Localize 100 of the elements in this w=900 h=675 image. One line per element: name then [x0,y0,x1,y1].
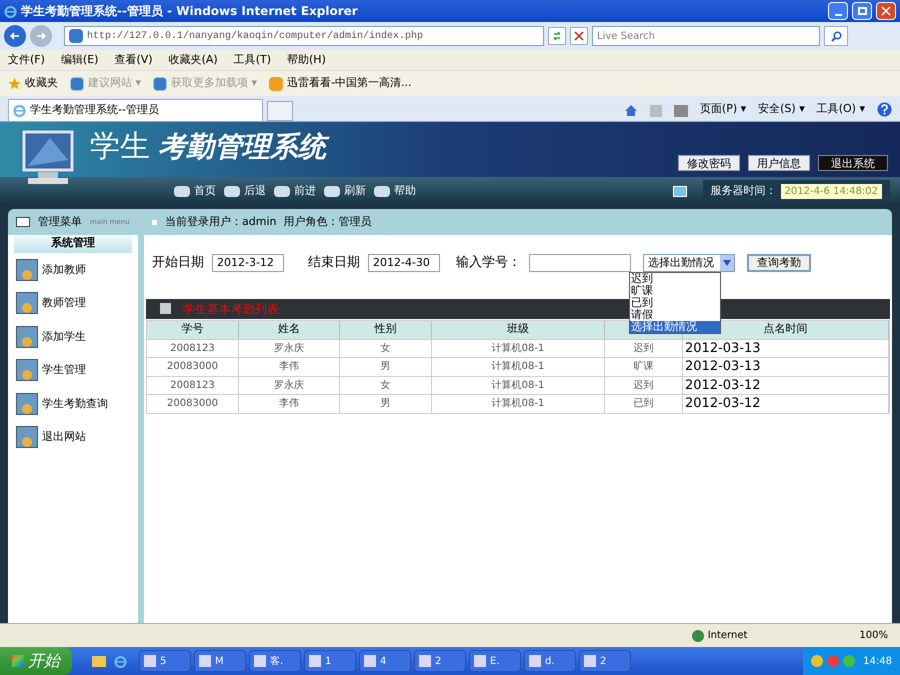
dropdown-option[interactable]: 请假 [630,309,720,321]
taskbar-button[interactable]: 2 [579,650,631,672]
menu-item[interactable]: 编辑(E) [60,52,98,68]
menu-item-icon [16,258,38,281]
table-cell-text: 20083000 [167,360,218,374]
column-header: 点名时间 [764,321,808,338]
table-cell-text: 李伟 [279,396,299,412]
star-icon [8,77,21,90]
header-button[interactable]: 修改密码 [678,155,740,171]
nav-link[interactable]: 帮助 [394,182,416,200]
dropdown-option[interactable]: 选择出勤情况 [630,321,720,333]
menu-item[interactable]: 工具(T) [234,52,271,68]
taskbar-button[interactable]: M [194,650,246,672]
command-button[interactable]: 工具(O) ▾ [816,100,865,117]
folder-icon[interactable] [92,656,106,666]
browser-icon [13,104,26,117]
query-button[interactable]: 查询考勤 [747,254,811,272]
search-button[interactable] [824,26,848,46]
browser-tab[interactable]: 学生考勤管理系统--管理员 [8,99,263,121]
taskbar-button[interactable]: E. [469,650,521,672]
header-button[interactable]: 退出系统 [818,155,888,171]
nav-icon [374,186,390,196]
address-field[interactable]: http://127.0.0.1/nanyang/kaoqin/computer/admin/index.php [64,26,544,46]
sidebar-link[interactable]: 添加教师 [42,262,86,278]
refresh-button[interactable] [548,27,566,45]
maximize-button[interactable] [852,2,872,20]
favorite-link[interactable]: 收藏夹 [25,75,58,92]
menu-item[interactable]: 帮助(H) [287,52,326,68]
browser-icon [114,654,127,668]
taskbar-button[interactable]: 4 [359,650,411,672]
nav-link[interactable]: 前进 [294,182,316,200]
favorite-link[interactable]: 迅雷看看-中国第一高清... [287,75,412,92]
zoom-level[interactable]: 100% [859,628,888,643]
dropdown-option[interactable]: 迟到 [630,273,720,285]
window-title: 学生考勤管理系统--管理员 - Windows Internet Explorer [21,3,359,20]
sidebar-link[interactable]: 教师管理 [42,295,86,312]
help-icon[interactable] [877,102,892,117]
table-cell-text: 2012-03-12 [685,376,761,394]
taskbar-button[interactable]: 客. [249,650,301,672]
table-cell-text: 迟到 [634,378,654,393]
table-cell-text: 旷课 [634,360,654,374]
server-time-label: 服务器时间： [710,182,777,199]
menu-item[interactable]: 查看(V) [114,52,153,68]
close-icon [881,6,891,16]
sidebar-link[interactable]: 学生管理 [42,362,86,378]
windows-logo-icon [12,655,24,667]
home-icon[interactable] [624,104,638,117]
nav-link[interactable]: 刷新 [344,182,366,200]
nav-link[interactable]: 后退 [244,182,266,200]
tray-icon [827,655,840,667]
minimize-button[interactable] [828,2,848,20]
table-cell-text: 李伟 [279,360,299,374]
table-cell-text: 女 [380,342,390,356]
menu-item[interactable]: 收藏夹(A) [168,52,218,68]
dropdown-option[interactable]: 旷课 [630,285,720,297]
menu-item-icon [16,426,38,448]
sidebar-link[interactable]: 添加学生 [42,328,86,345]
menu-item-icon [16,359,38,382]
end-date-field[interactable]: 2012-4-30 [368,254,440,272]
menu-icon [16,217,30,227]
page-icon [153,76,168,90]
column-header: 姓名 [278,321,300,338]
menu-item[interactable]: 文件(F) [8,52,45,68]
nav-link[interactable]: 首页 [194,182,216,200]
end-date-label: 结束日期 [308,254,360,272]
sidebar-link[interactable]: 学生考勤查询 [42,396,108,412]
close-button[interactable] [876,2,896,20]
dropdown-option[interactable]: 已到 [630,297,720,309]
back-button[interactable] [4,25,26,47]
table-cell-text: 2012-03-13 [685,358,761,376]
table-cell-text: 已到 [634,397,654,412]
screen-icon [672,186,687,196]
caret-icon [720,254,734,271]
start-button[interactable]: 开始 [0,647,72,675]
stop-icon [574,31,584,41]
taskbar-button[interactable]: 5 [139,650,191,672]
search-field[interactable]: Live Search [592,26,820,46]
list-icon [160,303,171,314]
column-header: 性别 [374,321,396,338]
attendance-select[interactable]: 选择出勤情况 [643,254,735,272]
sidebar-link[interactable]: 退出网站 [42,429,86,446]
taskbar-button[interactable]: 2 [414,650,466,672]
arrow-right-icon [36,31,46,41]
column-header: 班级 [507,321,529,338]
list-title: 学生基本考勤列表 [183,300,279,318]
refresh-icon [552,31,562,41]
table-cell-text: 迟到 [634,342,654,356]
header-button[interactable]: 用户信息 [748,155,810,171]
globe-icon [692,630,704,642]
page-icon [70,76,84,90]
command-button[interactable]: 页面(P) ▾ [700,100,746,117]
student-id-field[interactable] [529,254,631,272]
taskbar-button[interactable]: 1 [304,650,356,672]
taskbar-button[interactable]: d. [524,650,576,672]
table-cell-text: 2012-03-12 [685,395,761,413]
command-button[interactable]: 安全(S) ▾ [758,100,805,117]
table-cell-text: 男 [380,397,390,412]
start-date-field[interactable]: 2012-3-12 [212,254,284,272]
new-tab-button[interactable] [267,101,293,121]
stop-button[interactable] [570,27,588,45]
